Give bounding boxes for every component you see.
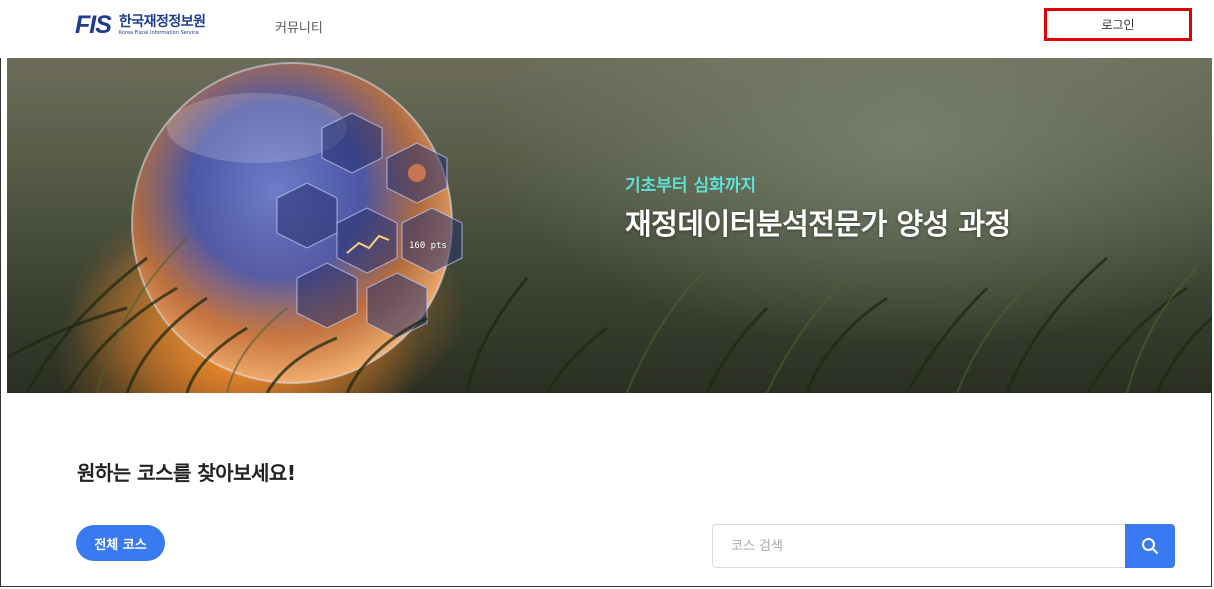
- search-input[interactable]: [729, 537, 1125, 555]
- hero-title: 재정데이터분석전문가 양성 과정: [625, 207, 1011, 241]
- header: FIS 한국재정정보원 Korea Fiscal Information Ser…: [0, 0, 1214, 58]
- hero-overlay-text: 160 pts: [409, 241, 447, 251]
- logo[interactable]: FIS 한국재정정보원 Korea Fiscal Information Ser…: [75, 13, 206, 38]
- logo-mark: FIS: [75, 11, 112, 39]
- login-button[interactable]: 로그인: [1044, 8, 1192, 41]
- search-field[interactable]: [712, 524, 1126, 568]
- section-title: 원하는 코스를 찾아보세요!: [77, 461, 296, 485]
- hero-banner: 160 pts 기초부터 심화까지 재정데이터분석전문가 양성 과정: [7, 58, 1212, 393]
- logo-text: 한국재정정보원 Korea Fiscal Information Service: [119, 15, 206, 36]
- search-icon: [1142, 538, 1158, 554]
- search-button[interactable]: [1125, 524, 1175, 568]
- all-courses-button[interactable]: 전체 코스: [76, 525, 165, 561]
- logo-title: 한국재정정보원: [118, 14, 206, 30]
- nav-community[interactable]: 커뮤니티: [275, 17, 323, 36]
- hero-subtitle: 기초부터 심화까지: [625, 176, 757, 196]
- hero-background-image: 160 pts: [7, 62, 1212, 393]
- logo-subtitle: Korea Fiscal Information Service: [118, 30, 199, 36]
